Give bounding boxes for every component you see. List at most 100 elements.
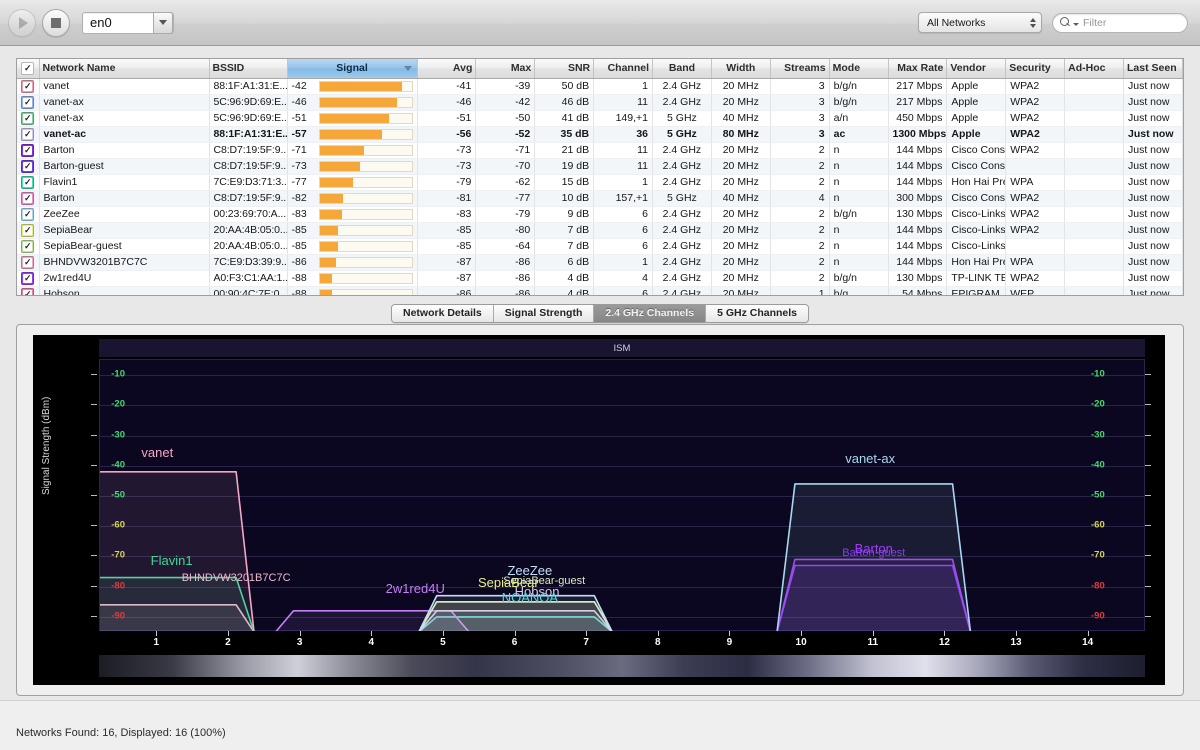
- row-select-checkbox[interactable]: ✓: [21, 127, 35, 141]
- column-header-signal[interactable]: Signal: [287, 59, 418, 79]
- cell-maxrate: 144 Mbps: [888, 238, 948, 255]
- select-all-checkbox[interactable]: ✓: [21, 61, 35, 75]
- column-header-adhoc[interactable]: Ad-Hoc: [1064, 59, 1124, 79]
- table-row[interactable]: ✓ 2w1red4U A0:F3:C1:AA:1... -88 -87 -86 4 dB 4 2…: [17, 270, 1183, 287]
- scan-start-button[interactable]: [8, 8, 36, 37]
- interface-select[interactable]: en0: [82, 11, 174, 34]
- cell-check[interactable]: ✓: [17, 254, 40, 271]
- tab-network-details[interactable]: Network Details: [391, 304, 494, 322]
- row-select-checkbox[interactable]: ✓: [21, 159, 35, 173]
- table-row[interactable]: ✓ vanet-ax 5C:96:9D:69:E... -46 -46 -42 46 dB 1…: [17, 94, 1183, 111]
- cell-lastseen: Just now: [1123, 110, 1183, 127]
- cell-check[interactable]: ✓: [17, 222, 40, 239]
- column-header-band[interactable]: Band: [652, 59, 712, 79]
- table-row[interactable]: ✓ ZeeZee 00:23:69:70:A... -83 -83 -79 9 dB 6 2.4…: [17, 206, 1183, 223]
- signal-bar-track: [318, 208, 413, 220]
- table-row[interactable]: ✓ BHNDVW3201B7C7C 7C:E9:D3:39:9... -86 -87 -8…: [17, 254, 1183, 271]
- table-row[interactable]: ✓ Flavin1 7C:E9:D3:71:3... -77 -79 -62 15 dB 1 2…: [17, 174, 1183, 191]
- cell-streams: 2: [770, 142, 830, 159]
- cell-check[interactable]: ✓: [17, 190, 40, 207]
- cell-maxrate: 144 Mbps: [888, 174, 948, 191]
- cell-avg: -87: [417, 270, 477, 287]
- cell-lastseen: Just now: [1123, 206, 1183, 223]
- cell-check[interactable]: ✓: [17, 142, 40, 159]
- search-input[interactable]: Filter: [1052, 12, 1188, 33]
- cell-check[interactable]: ✓: [17, 206, 40, 223]
- row-select-checkbox[interactable]: ✓: [21, 175, 35, 189]
- cell-streams: 2: [770, 270, 830, 287]
- row-select-checkbox[interactable]: ✓: [21, 143, 35, 157]
- table-row[interactable]: ✓ Barton-guest C8:D7:19:5F:9... -73 -73 -70 19…: [17, 158, 1183, 175]
- table-row[interactable]: ✓ vanet 88:1F:A1:31:E... -42 -41 -39 50 dB 1 2.4…: [17, 78, 1183, 95]
- cell-check[interactable]: ✓: [17, 270, 40, 287]
- cell-max: -71: [475, 142, 536, 159]
- cell-max: -50: [475, 110, 536, 127]
- cell-check[interactable]: ✓: [17, 94, 40, 111]
- chevron-down-icon[interactable]: [153, 11, 173, 34]
- row-select-checkbox[interactable]: ✓: [21, 255, 35, 269]
- column-header-vendor[interactable]: Vendor: [946, 59, 1007, 79]
- row-select-checkbox[interactable]: ✓: [21, 271, 35, 285]
- column-header-check[interactable]: ✓: [17, 59, 40, 79]
- cell-width: 20 MHz: [711, 78, 771, 95]
- cell-check[interactable]: ✓: [17, 158, 40, 175]
- table-row[interactable]: ✓ vanet-ax 5C:96:9D:69:E... -51 -51 -50 41 dB 1…: [17, 110, 1183, 127]
- scan-stop-button[interactable]: [42, 8, 70, 37]
- column-header-bssid[interactable]: BSSID: [209, 59, 288, 79]
- column-header-avg[interactable]: Avg: [417, 59, 477, 79]
- cell-width: 20 MHz: [711, 286, 771, 295]
- cell-streams: 4: [770, 190, 830, 207]
- table-row[interactable]: ✓ SepiaBear 20:AA:4B:05:0... -85 -85 -80 7 dB 6…: [17, 222, 1183, 239]
- column-header-lastseen[interactable]: Last Seen: [1123, 59, 1183, 79]
- column-header-streams[interactable]: Streams: [770, 59, 830, 79]
- table-row[interactable]: ✓ Barton C8:D7:19:5F:9... -71 -73 -71 21 dB 11 2…: [17, 142, 1183, 159]
- cell-security: WEP: [1005, 286, 1066, 295]
- cell-avg: -41: [417, 78, 477, 95]
- column-header-snr[interactable]: SNR: [534, 59, 595, 79]
- y-tick-label-right: -90: [1091, 610, 1105, 622]
- table-row[interactable]: ✓ vanet-ac 88:1F:A1:31:E... -57 -56 -52 35 dB 3…: [17, 126, 1183, 143]
- cell-adhoc: [1064, 110, 1124, 127]
- column-header-channel[interactable]: Channel: [593, 59, 653, 79]
- y-tick-mark-right: [1145, 434, 1151, 436]
- cell-check[interactable]: ✓: [17, 286, 40, 295]
- row-select-checkbox[interactable]: ✓: [21, 207, 35, 221]
- x-tick-label: 1: [153, 637, 160, 648]
- column-header-max[interactable]: Max: [475, 59, 536, 79]
- column-header-maxrate[interactable]: Max Rate: [888, 59, 948, 79]
- column-header-security[interactable]: Security: [1005, 59, 1066, 79]
- table-row[interactable]: ✓ SepiaBear-guest 20:AA:4B:05:0... -85 -85 -6…: [17, 238, 1183, 255]
- row-select-checkbox[interactable]: ✓: [21, 95, 35, 109]
- table-row[interactable]: ✓ Hobson 00:90:4C:7E:0... -88 -86 -86 4 dB 6 2.4…: [17, 286, 1183, 295]
- column-header-name[interactable]: Network Name: [39, 59, 210, 79]
- column-header-width[interactable]: Width: [711, 59, 771, 79]
- chart-plot-area[interactable]: vanet vanet-ax Flavin1 BHNDVW3201B7C7C Barto…: [99, 359, 1145, 632]
- row-select-checkbox[interactable]: ✓: [21, 191, 35, 205]
- cell-adhoc: [1064, 206, 1124, 223]
- column-header-mode[interactable]: Mode: [829, 59, 889, 79]
- cell-check[interactable]: ✓: [17, 126, 40, 143]
- curve-label: 2w1red4U: [385, 580, 445, 596]
- signal-bar-track: [318, 256, 413, 268]
- tab-signal-strength[interactable]: Signal Strength: [493, 304, 595, 322]
- row-select-checkbox[interactable]: ✓: [21, 111, 35, 125]
- tab-2-4-ghz-channels[interactable]: 2.4 GHz Channels: [594, 304, 707, 322]
- cell-check[interactable]: ✓: [17, 174, 40, 191]
- row-select-checkbox[interactable]: ✓: [21, 239, 35, 253]
- row-select-checkbox[interactable]: ✓: [21, 287, 35, 295]
- network-filter-select[interactable]: All Networks: [918, 12, 1042, 33]
- cell-streams: 1: [770, 286, 830, 295]
- cell-check[interactable]: ✓: [17, 78, 40, 95]
- row-select-checkbox[interactable]: ✓: [21, 79, 35, 93]
- cell-check[interactable]: ✓: [17, 110, 40, 127]
- spectrum-gradient-bar: [99, 655, 1145, 677]
- cell-check[interactable]: ✓: [17, 238, 40, 255]
- tab-5-ghz-channels[interactable]: 5 GHz Channels: [706, 304, 808, 322]
- cell-band: 5 GHz: [652, 190, 712, 207]
- signal-meter: -57: [292, 128, 413, 140]
- cell-vendor: Hon Hai Precision Ind. Co.,Ltd.: [946, 254, 1007, 271]
- cell-snr: 19 dB: [534, 158, 595, 175]
- cell-streams: 3: [770, 78, 830, 95]
- row-select-checkbox[interactable]: ✓: [21, 223, 35, 237]
- table-row[interactable]: ✓ Barton C8:D7:19:5F:9... -82 -81 -77 10 dB 157…: [17, 190, 1183, 207]
